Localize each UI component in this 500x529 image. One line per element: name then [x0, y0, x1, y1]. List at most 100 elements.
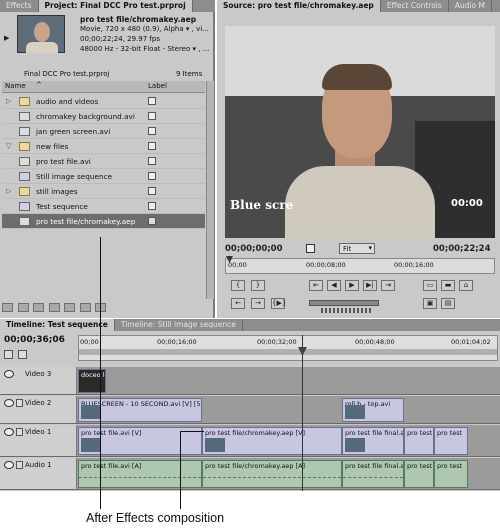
- project-item[interactable]: ▷ still images: [2, 184, 205, 199]
- timeline-current-time[interactable]: 00;00;36;06: [4, 335, 65, 345]
- disclosure-triangle-icon[interactable]: ▽: [6, 139, 14, 154]
- column-name[interactable]: Name: [5, 82, 26, 90]
- label-swatch[interactable]: [148, 172, 156, 180]
- export-frame-icon[interactable]: ⌂: [459, 280, 473, 291]
- track-header-audio-1: Audio 1: [0, 458, 77, 489]
- list-view-icon[interactable]: [2, 303, 13, 312]
- clip-v1-3[interactable]: pro test: [404, 427, 434, 455]
- marker-icon[interactable]: [18, 350, 27, 359]
- audio-clip-2[interactable]: pro test file final.a: [342, 460, 404, 488]
- clip-v2-1[interactable]: roll b - top.avi: [342, 398, 404, 422]
- audio-clip-4[interactable]: pro test: [434, 460, 468, 488]
- monitor-ruler[interactable]: 00;00 00;00;08;00 00;00;16;00: [225, 256, 495, 274]
- shuttle-slider[interactable]: [309, 300, 379, 306]
- project-item[interactable]: pro test file/chromakey.aep: [2, 214, 205, 229]
- find-icon[interactable]: [48, 303, 60, 312]
- project-scrollbar[interactable]: [206, 81, 214, 299]
- label-swatch[interactable]: [148, 97, 156, 105]
- current-time[interactable]: 00;00;00;00: [225, 244, 283, 254]
- audio-clip-3[interactable]: pro test: [404, 460, 434, 488]
- timeline-ruler[interactable]: 00;00 00;00;16;00 00;00;32;00 00;00;48;0…: [78, 335, 498, 361]
- disclosure-triangle-icon[interactable]: ▷: [6, 184, 14, 199]
- set-in-icon[interactable]: [306, 244, 315, 253]
- overlay-icon[interactable]: ▬: [441, 280, 455, 291]
- insert-icon[interactable]: ▭: [423, 280, 437, 291]
- disclosure-triangle-icon[interactable]: ▷: [6, 94, 14, 109]
- project-item[interactable]: Test sequence: [2, 199, 205, 214]
- project-item[interactable]: ▽ new files: [2, 139, 205, 154]
- snap-icon[interactable]: [4, 350, 13, 359]
- automate-icon[interactable]: [33, 303, 45, 312]
- loop-icon[interactable]: ⇥: [381, 280, 395, 291]
- rewind-icon[interactable]: ◀: [327, 280, 341, 291]
- clip-v1-2[interactable]: pro test file final.a: [342, 427, 404, 455]
- tab-still-image-sequence[interactable]: Timeline: Still image sequence: [115, 319, 243, 331]
- timeline-playhead[interactable]: [302, 335, 303, 491]
- step-back-icon[interactable]: ⇤: [309, 280, 323, 291]
- item-name: pro test file/chromakey.aep: [36, 217, 136, 226]
- project-item[interactable]: Still image sequence: [2, 169, 205, 184]
- label-swatch[interactable]: [148, 202, 156, 210]
- clip-v1-1[interactable]: pro test file/chromakey.aep [V]: [202, 427, 342, 455]
- eye-icon[interactable]: [4, 399, 14, 407]
- item-name: Test sequence: [36, 202, 88, 211]
- label-swatch[interactable]: [148, 217, 156, 225]
- lock-icon[interactable]: [16, 461, 23, 469]
- play-in-out-icon[interactable]: {▶}: [271, 298, 286, 309]
- caption-overlay-text: Blue scre: [230, 198, 294, 212]
- tab-audio-mixer[interactable]: Audio M: [449, 0, 492, 12]
- thumbnail-shirt: [26, 42, 58, 53]
- folder-icon: [19, 142, 30, 151]
- play-icon[interactable]: ▶: [345, 280, 359, 291]
- project-item[interactable]: chromakey background.avi: [2, 109, 205, 124]
- clip-v2-0[interactable]: BLUESCREEN - 10 SECOND.avi [V] [50: [78, 398, 202, 422]
- label-swatch[interactable]: [148, 187, 156, 195]
- project-item[interactable]: jan green screen.avi: [2, 124, 205, 139]
- column-label[interactable]: Label: [148, 82, 167, 90]
- track-header-video-2: Video 2: [0, 396, 77, 423]
- mark-out-icon[interactable]: }: [251, 280, 265, 291]
- clip-v3-0[interactable]: doceo lo: [78, 369, 106, 393]
- eye-icon[interactable]: [4, 428, 14, 436]
- fit-dropdown[interactable]: Fit ▾: [339, 243, 375, 254]
- project-item[interactable]: pro test file.avi: [2, 154, 205, 169]
- label-swatch[interactable]: [148, 112, 156, 120]
- clip-thumbnail: [345, 405, 365, 419]
- column-header: Name ^ Label: [2, 81, 205, 93]
- tab-effects[interactable]: Effects: [0, 0, 39, 12]
- item-name: new files: [36, 142, 69, 151]
- tab-test-sequence[interactable]: Timeline: Test sequence: [0, 319, 115, 331]
- folder-icon: [19, 187, 30, 196]
- audio-clip-0[interactable]: pro test file.avi [A]: [78, 460, 202, 488]
- safe-margins-icon[interactable]: ▣: [423, 298, 437, 309]
- zoom-bar[interactable]: [79, 349, 497, 355]
- audio-clip-1[interactable]: pro test file/chromakey.aep [A]: [202, 460, 342, 488]
- output-icon[interactable]: ▤: [441, 298, 455, 309]
- label-swatch[interactable]: [148, 142, 156, 150]
- step-forward-icon[interactable]: ▶|: [363, 280, 377, 291]
- speaker-icon[interactable]: [4, 461, 14, 469]
- jog-control[interactable]: [321, 308, 371, 313]
- new-item-icon[interactable]: [79, 303, 91, 312]
- label-swatch[interactable]: [148, 157, 156, 165]
- icon-view-icon[interactable]: [17, 303, 29, 312]
- callout-text: After Effects composition: [86, 511, 225, 525]
- play-thumbnail-icon[interactable]: ▶: [4, 34, 9, 42]
- mark-in-icon[interactable]: {: [231, 280, 245, 291]
- clip-v1-4[interactable]: pro test: [434, 427, 468, 455]
- chevron-down-icon: ▾: [368, 244, 372, 252]
- tab-project[interactable]: Project: Final DCC Pro test.prproj: [38, 0, 193, 12]
- new-bin-icon[interactable]: [64, 303, 76, 312]
- eye-icon[interactable]: [4, 370, 14, 378]
- project-item[interactable]: ▷ audio and videos: [2, 94, 205, 109]
- lock-icon[interactable]: [16, 399, 23, 407]
- label-swatch[interactable]: [148, 127, 156, 135]
- tl-ruler-2: 00;00;32;00: [257, 338, 297, 346]
- tl-ruler-4: 00;01;04;02: [451, 338, 491, 346]
- tab-effect-controls[interactable]: Effect Controls: [381, 0, 449, 12]
- lock-icon[interactable]: [16, 428, 23, 436]
- goto-out-icon[interactable]: →: [251, 298, 265, 309]
- clip-label: pro test file.avi [A]: [81, 462, 142, 470]
- goto-in-icon[interactable]: ←: [231, 298, 245, 309]
- tab-source[interactable]: Source: pro test file/chromakey.aep: [217, 0, 381, 12]
